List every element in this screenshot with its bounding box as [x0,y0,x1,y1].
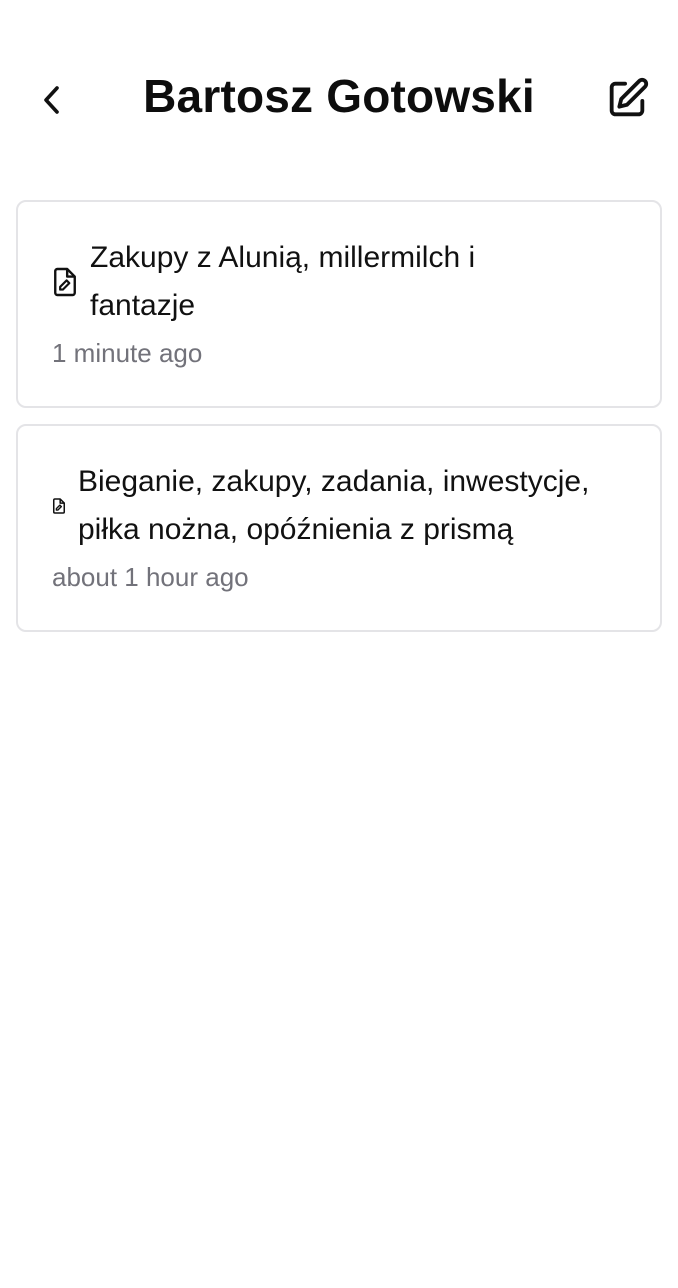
note-title: Bieganie, zakupy, zadania, inwestycje, p… [78,465,590,546]
note-timestamp: 1 minute ago [52,338,203,368]
note-card[interactable]: Zakupy z Alunią, millermilch i fantazje … [16,200,662,408]
top-bar: Bartosz Gotowski [0,0,678,190]
edit-button[interactable] [602,74,652,124]
edit-square-icon [609,77,649,117]
note-title: Zakupy z Alunią, millermilch i fantazje [90,241,476,322]
notes-list: Zakupy z Alunią, millermilch i fantazje … [16,200,662,648]
note-card-row: Zakupy z Alunią, millermilch i fantazje [52,234,626,330]
page-title: Bartosz Gotowski [143,70,535,122]
note-card[interactable]: Bieganie, zakupy, zadania, inwestycje, p… [16,424,662,632]
note-card-row: Bieganie, zakupy, zadania, inwestycje, p… [52,458,626,554]
file-edit-icon [52,497,66,515]
file-edit-icon [52,266,78,298]
note-timestamp: about 1 hour ago [52,562,249,592]
